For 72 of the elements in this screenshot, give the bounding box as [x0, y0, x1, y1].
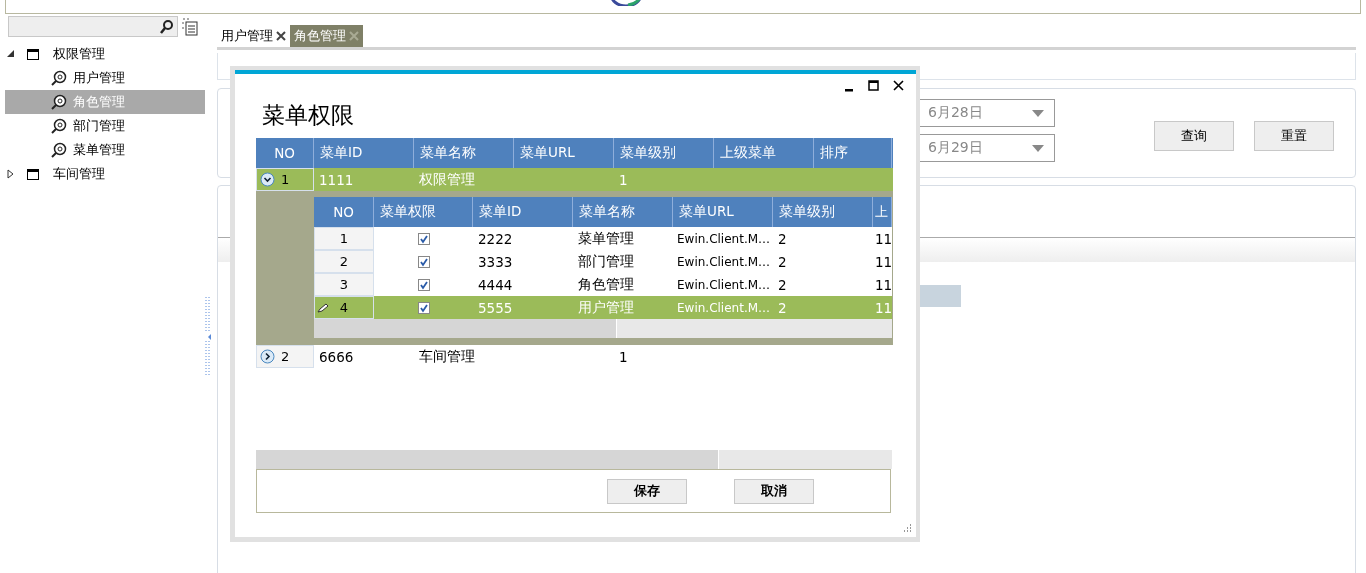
table-cell-text: 菜单管理 [577, 228, 635, 248]
table-cell-text: 11 [874, 298, 892, 318]
magnifier-gear-icon [51, 70, 67, 86]
collapse-circle-icon[interactable] [260, 172, 275, 187]
expand-triangle-icon[interactable] [7, 169, 14, 179]
tree-item[interactable]: 部门管理 [5, 114, 205, 138]
table-cell-text: 3333 [477, 252, 514, 272]
table-cell-text: Ewin.Client.M… [676, 276, 772, 294]
checkbox[interactable] [417, 255, 430, 268]
table-cell-text: 2 [777, 252, 788, 272]
table-cell-text: 11 [874, 275, 892, 295]
table-cell-text: 6666 [318, 347, 355, 367]
table-cell-text: 4444 [477, 275, 514, 295]
tab[interactable]: 角色管理 [290, 25, 363, 47]
row-header[interactable]: 1 [314, 227, 374, 250]
expand-circle-icon[interactable] [260, 349, 275, 364]
table-cell-text: Ewin.Client.M… [676, 299, 772, 317]
magnifier-gear-icon [51, 118, 67, 134]
tree-item[interactable]: 权限管理 [5, 42, 205, 66]
window-icon [27, 168, 39, 180]
table-cell-text: 权限管理 [418, 169, 476, 189]
maximize-icon[interactable] [868, 80, 879, 91]
query-button[interactable]: 查询 [1154, 121, 1234, 151]
collapse-triangle-icon[interactable] [7, 50, 15, 58]
table-cell-text: 2 [777, 275, 788, 295]
table-cell-text: 部门管理 [577, 251, 635, 271]
checkbox[interactable] [417, 301, 430, 314]
tree-item[interactable]: 车间管理 [5, 162, 205, 186]
checkbox[interactable] [417, 232, 430, 245]
table-cell-text: 1 [618, 347, 629, 367]
window-icon [27, 48, 39, 60]
row-header[interactable]: 4 [314, 296, 374, 319]
document-icon[interactable] [182, 17, 198, 36]
cancel-button[interactable]: 取消 [734, 478, 814, 504]
row-header[interactable]: 2 [256, 345, 314, 368]
tree-item[interactable]: 菜单管理 [5, 138, 205, 162]
tree-item[interactable]: 用户管理 [5, 66, 205, 90]
table-cell-text: Ewin.Client.M… [676, 253, 772, 271]
close-icon[interactable] [893, 80, 904, 91]
splitter-handle[interactable] [205, 297, 213, 377]
magnifier-gear-icon [51, 94, 67, 110]
table-cell-text: 5555 [477, 298, 514, 318]
dropdown-arrow-icon[interactable] [1032, 144, 1044, 152]
table-cell-text: 车间管理 [418, 346, 476, 366]
reset-button[interactable]: 重置 [1254, 121, 1334, 151]
table-cell-text: 角色管理 [577, 274, 635, 294]
table-cell-text: 2222 [477, 229, 514, 249]
magnifier-gear-icon [51, 142, 67, 158]
resize-grip-icon[interactable] [903, 524, 912, 533]
table-cell-text: 2 [777, 298, 788, 318]
row-header[interactable]: 3 [314, 273, 374, 296]
search-field[interactable] [8, 16, 178, 37]
horizontal-scrollbar[interactable] [314, 319, 892, 338]
table-cell-text: Ewin.Client.M… [676, 230, 772, 248]
row-header[interactable]: 2 [314, 250, 374, 273]
table-cell-text: 1111 [318, 170, 355, 190]
row-header[interactable]: 1 [256, 168, 314, 191]
table-cell-text: 用户管理 [577, 297, 635, 317]
dropdown-arrow-icon[interactable] [1032, 109, 1044, 117]
save-button[interactable]: 保存 [607, 478, 687, 504]
close-icon[interactable] [276, 31, 286, 41]
tree-item[interactable]: 角色管理 [5, 90, 205, 114]
table-cell-text: 11 [874, 229, 892, 249]
pencil-icon [317, 303, 329, 313]
table-cell-text: 2 [777, 229, 788, 249]
tab[interactable]: 用户管理 [217, 25, 290, 47]
table-cell-text: 1 [618, 170, 629, 190]
checkbox[interactable] [417, 278, 430, 291]
search-icon[interactable] [160, 19, 173, 34]
table-cell-text: 11 [874, 252, 892, 272]
dialog-title: 菜单权限 [262, 101, 355, 130]
horizontal-scrollbar[interactable] [256, 450, 892, 469]
